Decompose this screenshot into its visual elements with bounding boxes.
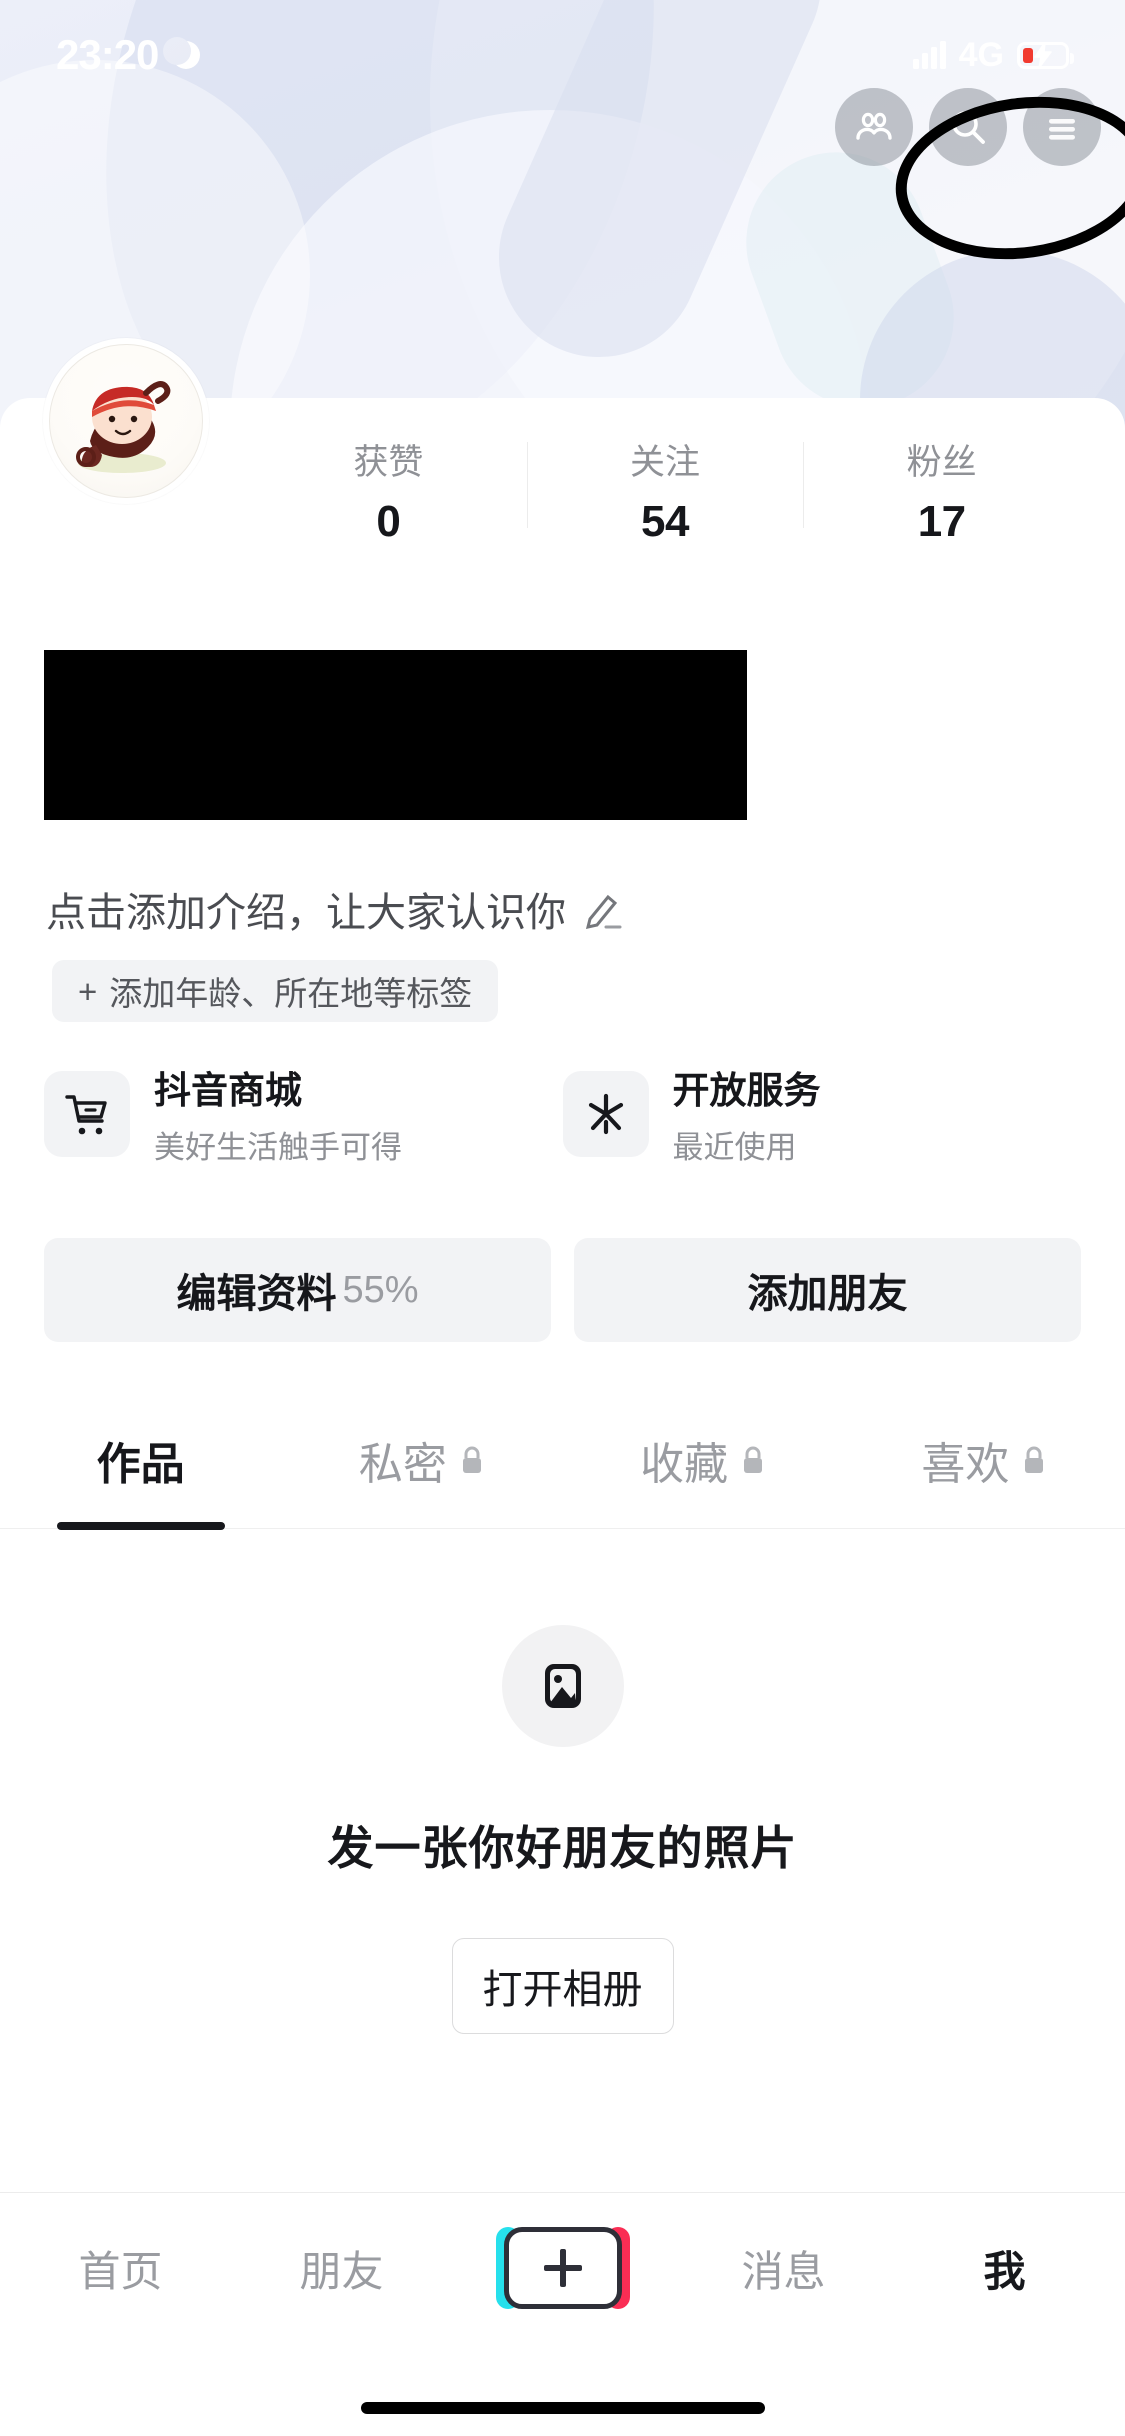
stat-value: 17 [917, 496, 966, 546]
add-tags-chip[interactable]: + 添加年龄、所在地等标签 [52, 960, 499, 1022]
empty-state: 发一张你好朋友的照片 打开相册 [0, 1625, 1125, 2034]
tab-label: 收藏 [640, 1440, 729, 1489]
open-album-label: 打开相册 [482, 1968, 643, 2012]
add-tags-label: 添加年龄、所在地等标签 [109, 975, 473, 1012]
empty-state-message: 发一张你好朋友的照片 [327, 1822, 798, 1874]
profile-stats: 获赞 0 关注 54 粉丝 17 [250, 430, 1080, 550]
nav-label: 消息 [741, 2247, 826, 2295]
stat-following[interactable]: 关注 54 [526, 434, 804, 547]
service-title: 抖音商城 [154, 1070, 302, 1111]
service-subtitle: 美好生活触手可得 [154, 1130, 402, 1165]
service-open-services[interactable]: 开放服务 最近使用 [562, 1060, 1082, 1167]
tab-label: 喜欢 [921, 1440, 1010, 1489]
nav-item-create[interactable] [452, 2193, 673, 2343]
open-album-button[interactable]: 打开相册 [451, 1938, 674, 2034]
network-type-label: 4G [958, 35, 1004, 74]
stat-value: 0 [376, 496, 401, 546]
avatar-illustration [76, 381, 171, 473]
shopping-cart-icon [65, 1094, 107, 1134]
service-subtitle: 最近使用 [672, 1130, 797, 1165]
nav-item-home[interactable]: 首页 [10, 2193, 231, 2343]
shopping-cart-icon-wrap [44, 1070, 130, 1157]
moon-icon [163, 37, 201, 69]
tab-favorites[interactable]: 收藏 [563, 1390, 844, 1530]
friends-icon [856, 112, 892, 140]
bio-placeholder-text: 点击添加介绍，让大家认识你 [46, 891, 566, 935]
tab-label: 作品 [96, 1440, 185, 1489]
edit-profile-label: 编辑资料 [176, 1272, 337, 1316]
pencil-icon [585, 894, 622, 929]
lock-icon [462, 1446, 481, 1473]
nav-label: 我 [983, 2247, 1026, 2295]
bottom-navigation: 首页 朋友 消息 我 [0, 2192, 1125, 2436]
create-button-inner [503, 2227, 622, 2309]
add-friend-button[interactable]: 添加朋友 [574, 1238, 1081, 1342]
nav-item-me[interactable]: 我 [894, 2193, 1115, 2343]
avatar[interactable] [43, 338, 209, 504]
stat-likes[interactable]: 获赞 0 [250, 434, 527, 547]
service-title: 开放服务 [672, 1070, 821, 1111]
profile-action-buttons: 编辑资料 55% 添加朋友 [44, 1238, 1081, 1342]
nav-label: 朋友 [299, 2247, 384, 2295]
nav-label: 首页 [78, 2247, 163, 2295]
stat-label: 获赞 [353, 442, 424, 482]
charging-bolt-icon [1034, 42, 1052, 68]
battery-low-charging-icon [1017, 41, 1074, 69]
tab-label: 私密 [358, 1440, 447, 1489]
asterisk-icon [588, 1093, 623, 1134]
tab-private[interactable]: 私密 [281, 1390, 562, 1530]
lock-icon [1025, 1446, 1044, 1473]
lock-icon [744, 1446, 763, 1473]
tab-likes[interactable]: 喜欢 [844, 1390, 1125, 1530]
edit-profile-button[interactable]: 编辑资料 55% [44, 1238, 551, 1342]
service-douyin-mall[interactable]: 抖音商城 美好生活触手可得 [44, 1060, 563, 1167]
home-indicator [360, 2402, 765, 2414]
create-button[interactable] [495, 2227, 630, 2309]
status-bar: 23:20 4G [0, 0, 1125, 110]
asterisk-icon-wrap [562, 1070, 649, 1157]
stat-followers[interactable]: 粉丝 17 [803, 434, 1080, 547]
username-redaction-bar [44, 650, 747, 820]
bio-row[interactable]: 点击添加介绍，让大家认识你 [46, 880, 624, 938]
image-placeholder-icon [544, 1664, 581, 1708]
douyin-profile-screen: 23:20 4G 获赞 0 关注 54 粉丝 17 点击添加介绍，让大家认识你 … [0, 0, 1125, 2436]
edit-profile-percent: 55% [342, 1268, 419, 1311]
signal-bars-icon [912, 41, 946, 69]
tab-works[interactable]: 作品 [0, 1390, 281, 1530]
nav-item-messages[interactable]: 消息 [673, 2193, 894, 2343]
stat-label: 关注 [630, 442, 701, 482]
status-time: 23:20 [56, 31, 159, 78]
stat-label: 粉丝 [906, 442, 977, 482]
plus-icon [543, 2249, 582, 2287]
status-bar-right: 4G [912, 35, 1074, 75]
content-tabs: 作品 私密 收藏 喜欢 [0, 1390, 1125, 1530]
image-placeholder-icon-wrap [501, 1625, 624, 1747]
status-bar-left: 23:20 [56, 31, 201, 79]
plus-icon: + [78, 972, 98, 1010]
add-friend-label: 添加朋友 [747, 1272, 908, 1316]
nav-item-friends[interactable]: 朋友 [231, 2193, 452, 2343]
stat-value: 54 [641, 496, 689, 546]
service-entries: 抖音商城 美好生活触手可得 开放服务 最近使用 [44, 1060, 1081, 1167]
